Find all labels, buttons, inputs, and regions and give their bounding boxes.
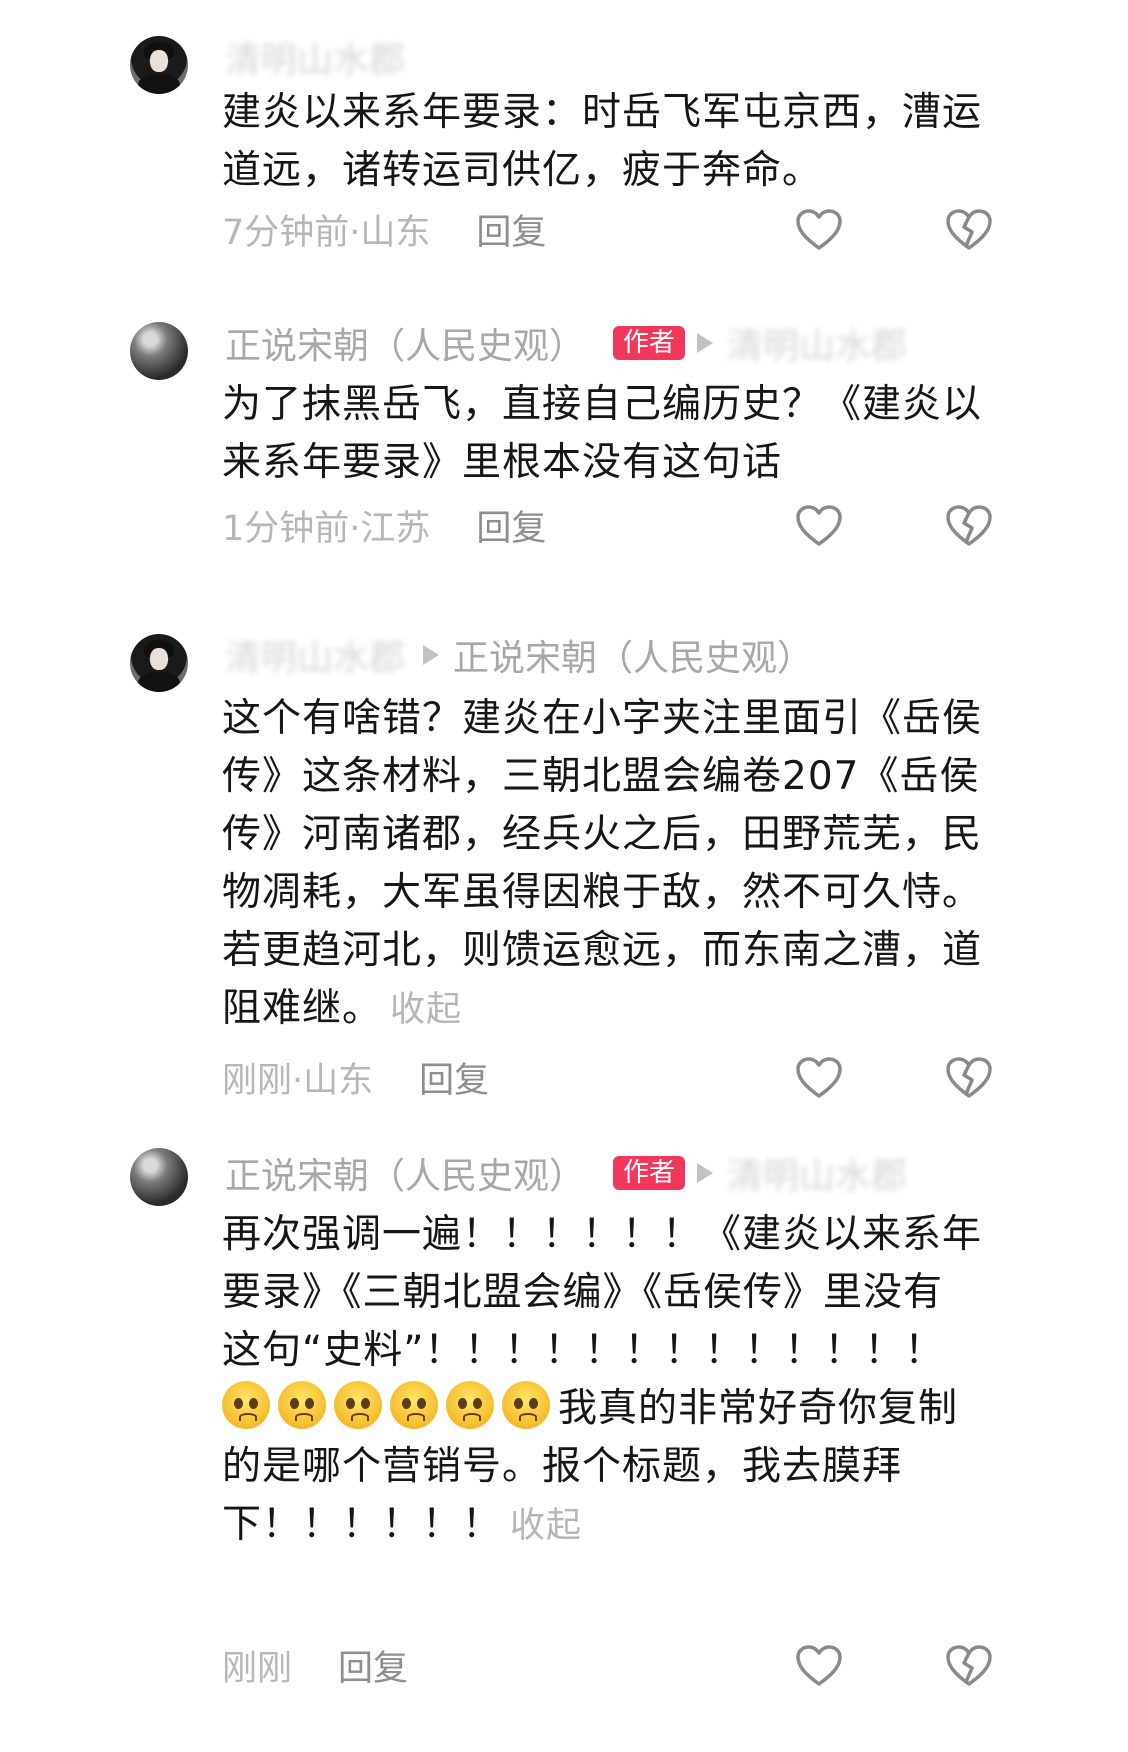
comment-text: 这个有啥错？建炎在小字夹注里面引《岳侯传》这条材料，三朝北盟会编卷207《岳侯传… xyxy=(222,696,983,1031)
broken-heart-icon[interactable] xyxy=(945,1644,993,1688)
avatar[interactable] xyxy=(130,634,188,692)
author-badge: 作者 xyxy=(613,1156,686,1190)
pleading-face-emoji-icon xyxy=(390,1381,438,1429)
username[interactable]: 清明山水郡 xyxy=(225,31,405,83)
heart-outline-icon[interactable] xyxy=(795,208,843,252)
pleading-face-emoji-icon xyxy=(446,1381,494,1429)
reply-button[interactable]: 回复 xyxy=(419,1052,489,1103)
pleading-face-emoji-icon xyxy=(278,1381,326,1429)
author-badge: 作者 xyxy=(613,326,686,360)
reply-button[interactable]: 回复 xyxy=(476,204,546,255)
username[interactable]: 正说宋朝（人民史观） xyxy=(225,317,585,369)
timestamp-location: 刚刚·山东 xyxy=(222,1060,374,1101)
timestamp-location: 7分钟前·山东 xyxy=(222,212,431,253)
username[interactable]: 正说宋朝（人民史观） xyxy=(225,1147,585,1199)
avatar[interactable] xyxy=(130,36,188,94)
username[interactable]: 清明山水郡 xyxy=(225,629,405,681)
comment-header: 正说宋朝（人民史观） 作者 清明山水郡 xyxy=(225,318,907,368)
pleading-face-emoji-icon xyxy=(222,1381,270,1429)
broken-heart-icon[interactable] xyxy=(945,208,993,252)
reply-arrow-icon xyxy=(697,1163,714,1183)
heart-outline-icon[interactable] xyxy=(795,504,843,548)
comment-text: 再次强调一遍！！！！！！《建炎以来系年要录》《三朝北盟会编》《岳侯传》里没有这句… xyxy=(222,1212,983,1547)
avatar[interactable] xyxy=(130,322,188,380)
pleading-face-emoji-icon xyxy=(334,1381,382,1429)
comment-header: 清明山水郡 正说宋朝（人民史观） xyxy=(225,630,813,680)
heart-outline-icon[interactable] xyxy=(795,1644,843,1688)
collapse-link[interactable]: 收起 xyxy=(390,990,462,1030)
comment-text: 为了抹黑岳飞，直接自己编历史？《建炎以来系年要录》里根本没有这句话 xyxy=(222,382,983,485)
reply-button[interactable]: 回复 xyxy=(476,500,546,551)
comment-text: 建炎以来系年要录：时岳飞军屯京西，漕运道远，诸转运司供亿，疲于奔命。 xyxy=(222,90,983,193)
comment-header: 清明山水郡 xyxy=(225,32,405,82)
reply-arrow-icon xyxy=(423,645,440,665)
reply-to-username[interactable]: 正说宋朝（人民史观） xyxy=(453,629,813,681)
reply-arrow-icon xyxy=(697,333,714,353)
avatar[interactable] xyxy=(130,1148,188,1206)
reply-to-username[interactable]: 清明山水郡 xyxy=(727,317,907,369)
heart-outline-icon[interactable] xyxy=(795,1056,843,1100)
comment-header: 正说宋朝（人民史观） 作者 清明山水郡 xyxy=(225,1148,907,1198)
broken-heart-icon[interactable] xyxy=(945,1056,993,1100)
pleading-face-emoji-icon xyxy=(502,1381,550,1429)
timestamp-location: 刚刚 xyxy=(222,1648,293,1689)
reply-button[interactable]: 回复 xyxy=(338,1640,408,1691)
timestamp-location: 1分钟前·江苏 xyxy=(222,508,431,549)
collapse-link[interactable]: 收起 xyxy=(510,1506,582,1546)
broken-heart-icon[interactable] xyxy=(945,504,993,548)
reply-to-username[interactable]: 清明山水郡 xyxy=(727,1147,907,1199)
